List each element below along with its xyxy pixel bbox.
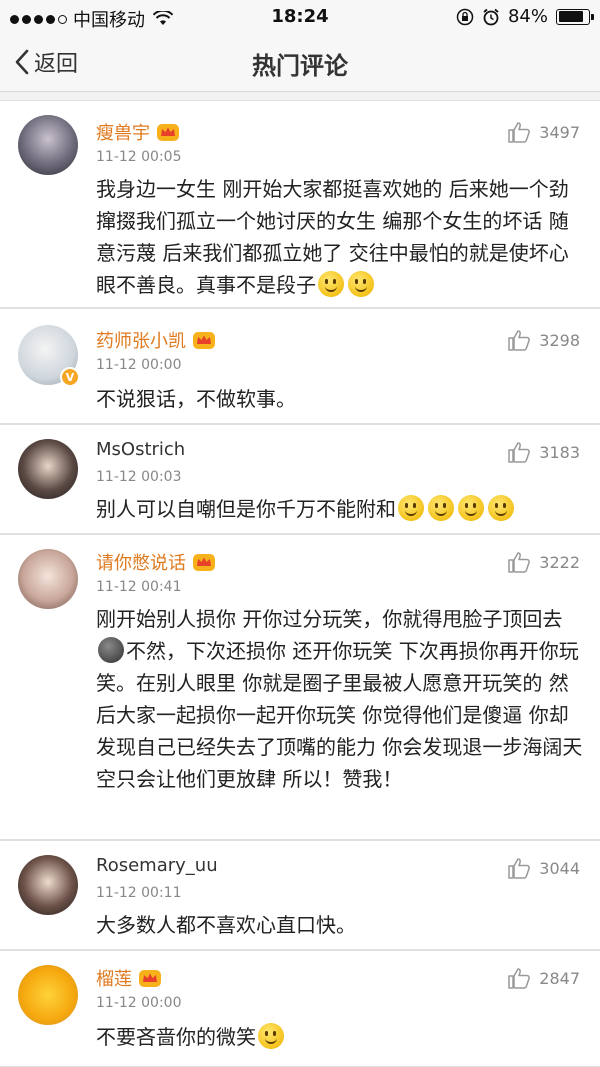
battery-percent: 84% [507,6,548,27]
like-button[interactable]: 3298 [507,329,580,351]
like-button[interactable]: 2847 [507,967,580,989]
battery-icon [556,8,594,25]
battery-fill [558,11,583,22]
smile-emoji [318,271,344,297]
alarm-icon [483,8,499,25]
page-title: 热门评论 [252,52,348,80]
comment-text: 大多数人都不喜欢心直口快。 [96,913,356,937]
username-text: MsOstrich [96,439,186,460]
smile-emoji [398,495,424,521]
like-button[interactable]: 3497 [507,121,580,143]
thumbs-up-icon [508,552,531,573]
avatar[interactable] [18,115,78,175]
comment-item: 瘦兽宇 11-12 00:05 3497 我身边一女生 刚开始大家都挺喜欢她的 … [0,100,600,308]
username[interactable]: Rosemary_uu [96,855,218,876]
username[interactable]: MsOstrich [96,439,185,460]
timestamp: 11-12 00:00 [96,357,182,373]
comment-item: MsOstrich 11-12 00:03 3183 别人可以自嘲但是你千万不能… [0,424,600,534]
status-bar: 中国移动 18:24 84% [0,0,600,34]
vip-crown-icon [157,124,179,141]
dark-moon-emoji [98,637,124,663]
nav-bar: 返回 热门评论 [0,34,600,92]
verified-badge-icon: V [60,367,80,387]
timestamp: 11-12 00:41 [96,579,182,595]
thumbs-up-icon [508,858,531,879]
like-count: 3044 [539,858,580,878]
like-button[interactable]: 3222 [507,551,580,573]
username[interactable]: 药师张小凯 [96,327,216,353]
timestamp: 11-12 00:03 [96,469,182,485]
comment-text-body: 别人可以自嘲但是你千万不能附和 [96,497,396,521]
like-count: 3183 [539,442,580,462]
like-count: 2847 [539,968,580,988]
username[interactable]: 请你憋说话 [96,549,216,575]
username-text: 榴莲 [96,969,132,990]
like-button[interactable]: 3183 [507,441,580,463]
username-text: Rosemary_uu [96,855,218,876]
avatar[interactable] [18,965,78,1025]
comment-text: 别人可以自嘲但是你千万不能附和 [96,493,586,525]
timestamp: 11-12 00:11 [96,885,182,901]
status-right: 84% [456,6,594,27]
comment-text: 我身边一女生 刚开始大家都挺喜欢她的 后来她一个劲撺掇我们孤立一个她讨厌的女生 … [96,173,586,301]
comment-item: 请你憋说话 11-12 00:41 3222 刚开始别人损你 开你过分玩笑，你就… [0,534,600,840]
comment-text-part1: 刚开始别人损你 开你过分玩笑，你就得甩脸子顶回去 [96,607,563,631]
smile-emoji [488,495,514,521]
username-text: 请你憋说话 [96,553,186,574]
username-text: 药师张小凯 [96,331,186,352]
vip-crown-icon [139,970,161,987]
smile-emoji [428,495,454,521]
thumbs-up-icon [508,330,531,351]
comment-text: 不要吝啬你的微笑 [96,1021,586,1053]
comment-text: 不说狠话，不做软事。 [96,387,296,411]
smile-emoji [458,495,484,521]
smile-emoji [258,1023,284,1049]
comment-item: 榴莲 11-12 00:00 2847 不要吝啬你的微笑 [0,950,600,1067]
comment-text-body: 不要吝啬你的微笑 [96,1025,256,1049]
vip-crown-icon [193,554,215,571]
comment-text-part2: 不然，下次还损你 还开你玩笑 下次再损你再开你玩笑。在别人眼里 你就是圈子里最被… [96,639,583,791]
username-text: 瘦兽宇 [96,123,150,144]
thumbs-up-icon [508,442,531,463]
thumbs-up-icon [508,968,531,989]
comment-text: 刚开始别人损你 开你过分玩笑，你就得甩脸子顶回去不然，下次还损你 还开你玩笑 下… [96,603,586,795]
like-count: 3222 [539,552,580,572]
comment-item: V 药师张小凯 11-12 00:00 3298 不说狠话，不做软事。 [0,308,600,424]
timestamp: 11-12 00:05 [96,149,182,165]
smile-emoji [348,271,374,297]
vip-crown-icon [193,332,215,349]
like-count: 3298 [539,330,580,350]
avatar[interactable] [18,549,78,609]
lock-rotation-icon [456,8,474,25]
comment-item: Rosemary_uu 11-12 00:11 3044 大多数人都不喜欢心直口… [0,840,600,950]
thumbs-up-icon [508,122,531,143]
timestamp: 11-12 00:00 [96,995,182,1011]
avatar[interactable] [18,439,78,499]
like-count: 3497 [539,122,580,142]
like-button[interactable]: 3044 [507,857,580,879]
username[interactable]: 瘦兽宇 [96,119,180,145]
avatar[interactable] [18,855,78,915]
username[interactable]: 榴莲 [96,965,162,991]
